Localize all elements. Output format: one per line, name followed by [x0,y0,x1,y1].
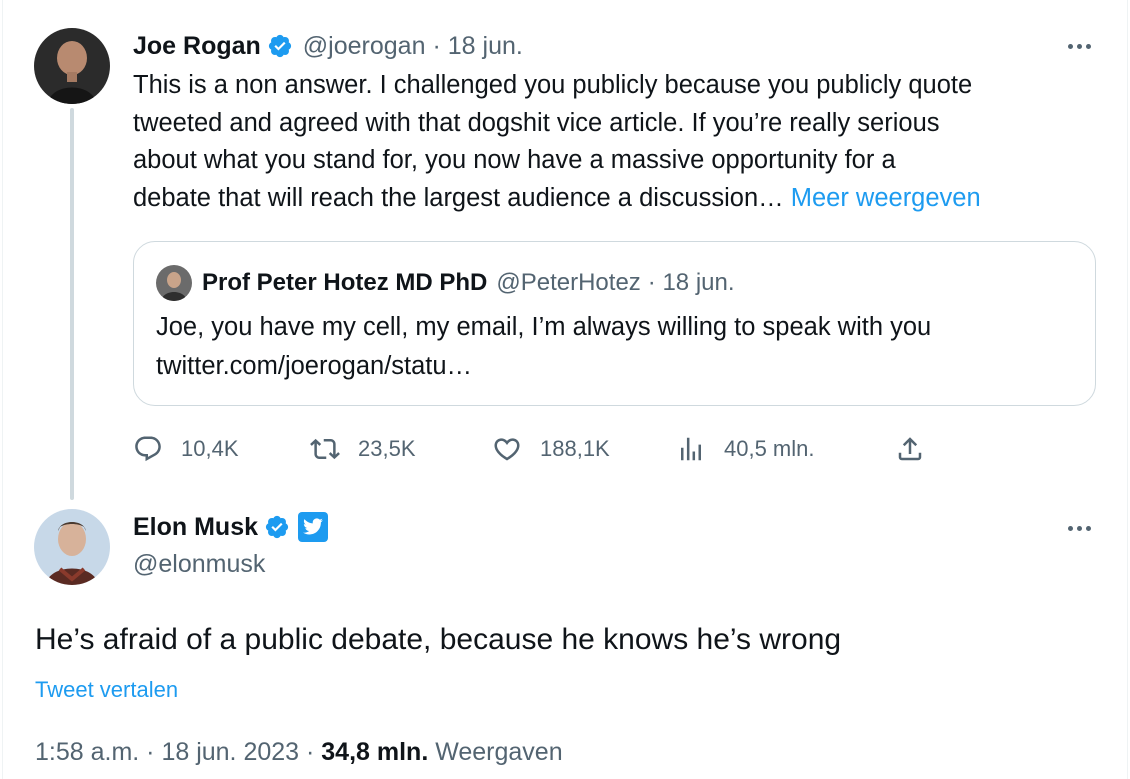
quoted-author-handle: @PeterHotez [496,269,641,296]
quoted-text-line: Joe, you have my cell, my email, I’m alw… [156,313,932,341]
quoted-tweet[interactable]: Prof Peter Hotez MD PhD @PeterHotez · 18… [133,241,1096,406]
retweet-icon [310,438,340,460]
joe-rogan-avatar-image [34,28,110,104]
verified-icon [268,34,291,58]
verified-icon [265,515,289,539]
avatar[interactable] [34,28,110,104]
views-button[interactable]: 40,5 mln. [676,434,815,464]
tweet-text-line: This is a non answer. I challenged you p… [133,71,973,99]
reply-icon [135,436,161,462]
views-count: 40,5 mln. [724,436,815,461]
twitter-affiliate-badge[interactable] [298,512,329,542]
quoted-author-name: Prof Peter Hotez MD PhD [202,269,488,296]
peter-hotez-avatar-image [156,265,192,301]
quoted-date: · 18 jun. [647,269,735,296]
tweet-date[interactable]: · 18 jun. [432,32,522,61]
views-label: Weergaven [428,738,563,766]
thread-connector [70,108,74,500]
share-button[interactable] [895,434,925,464]
like-icon [494,438,520,461]
left-border [2,0,3,779]
show-more-link[interactable]: Meer weergeven [791,184,981,212]
tweet-text-line: about what you stand for, you now have a… [133,146,896,174]
reply-button[interactable]: 10,4K [133,434,239,464]
share-icon [898,437,922,461]
retweet-button[interactable]: 23,5K [310,434,416,464]
author-name[interactable]: Elon Musk [133,513,258,542]
reply-count: 10,4K [181,436,239,461]
tweet-text-fragment: debate that will reach the largest audie… [133,183,791,212]
right-border [1127,0,1128,779]
retweet-count: 23,5K [358,436,416,461]
twitter-bird-icon [303,518,323,535]
more-icon[interactable] [1068,526,1091,531]
tweet-timestamp[interactable]: 1:58 a.m. · 18 jun. 2023 · [35,738,321,766]
avatar[interactable] [34,509,110,585]
author-name[interactable]: Joe Rogan [133,32,261,61]
tweet-text-line: tweeted and agreed with that dogshit vic… [133,108,940,137]
reply-tweet-header: Elon Musk [133,512,329,542]
quoted-header: Prof Peter Hotez MD PhD @PeterHotez · 18… [156,265,735,301]
translate-tweet-link[interactable]: Tweet vertalen [35,677,178,703]
tweet-header: Joe Rogan @joerogan · 18 jun. [133,30,523,62]
author-handle[interactable]: @elonmusk [133,550,265,579]
view-count: 34,8 mln. [321,738,429,766]
quoted-text: Joe, you have my cell, my email, I’m alw… [156,308,931,386]
like-button[interactable]: 188,1K [492,434,610,464]
tweet-body: This is a non answer. I challenged you p… [133,67,981,217]
views-icon [681,437,701,461]
author-handle[interactable]: @joerogan [303,32,426,61]
tweet-meta: 1:58 a.m. · 18 jun. 2023 · 34,8 mln. Wee… [35,738,563,767]
reply-tweet-text: He’s afraid of a public debate, because … [35,623,842,656]
tweet-text-line-last: debate that will reach the largest audie… [133,180,981,218]
quoted-text-line: twitter.com/joerogan/statu… [156,352,473,380]
like-count: 188,1K [540,436,610,461]
more-icon[interactable] [1068,44,1091,49]
quoted-avatar [156,265,192,301]
elon-musk-avatar-image [34,509,110,585]
